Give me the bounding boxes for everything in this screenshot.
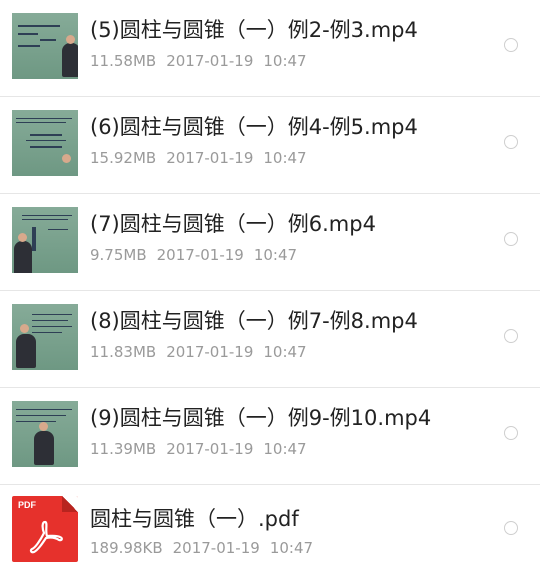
file-list: (5)圆柱与圆锥（一）例2-例3.mp4 11.58MB 2017-01-19 10… [0,0,540,575]
file-row[interactable]: (5)圆柱与圆锥（一）例2-例3.mp4 11.58MB 2017-01-19 10… [0,0,540,97]
select-radio[interactable] [504,232,518,246]
file-date: 2017-01-19 [166,52,254,70]
file-time: 10:47 [263,52,307,70]
file-name: (6)圆柱与圆锥（一）例4-例5.mp4 [90,115,418,139]
file-name: (5)圆柱与圆锥（一）例2-例3.mp4 [90,18,418,42]
pdf-file-icon: PDF [12,496,78,562]
file-name: (8)圆柱与圆锥（一）例7-例8.mp4 [90,309,418,333]
select-radio[interactable] [504,329,518,343]
acrobat-glyph-icon [29,520,63,554]
file-row[interactable]: (9)圆柱与圆锥（一）例9-例10.mp4 11.39MB 2017-01-19 1… [0,388,540,485]
file-time: 10:47 [269,539,314,557]
file-size: 189.98KB [90,539,163,557]
file-size: 11.58MB [90,52,157,70]
file-size: 11.83MB [90,343,157,361]
video-thumbnail-icon [12,110,78,176]
file-name: (9)圆柱与圆锥（一）例9-例10.mp4 [90,406,432,430]
select-radio[interactable] [504,521,518,535]
file-meta: 11.83MB 2017-01-19 10:47 [90,343,307,361]
file-size: 9.75MB [90,246,147,264]
video-thumbnail-icon [12,401,78,467]
pdf-badge: PDF [18,500,36,510]
file-date: 2017-01-19 [172,539,260,557]
file-row[interactable]: (7)圆柱与圆锥（一）例6.mp4 9.75MB 2017-01-19 10:47 [0,194,540,291]
video-thumbnail-icon [12,304,78,370]
file-date: 2017-01-19 [156,246,244,264]
file-date: 2017-01-19 [166,149,254,167]
file-date: 2017-01-19 [166,343,254,361]
select-radio[interactable] [504,135,518,149]
file-time: 10:47 [263,440,307,458]
file-time: 10:47 [253,246,298,264]
file-meta: 189.98KB 2017-01-19 10:47 [90,539,313,557]
file-name: (7)圆柱与圆锥（一）例6.mp4 [90,212,376,236]
select-radio[interactable] [504,426,518,440]
video-thumbnail-icon [12,207,78,273]
file-meta: 15.92MB 2017-01-19 10:47 [90,149,307,167]
file-size: 15.92MB [90,149,157,167]
file-date: 2017-01-19 [166,440,254,458]
file-name: 圆柱与圆锥（一）.pdf [90,507,299,531]
file-row[interactable]: PDF 圆柱与圆锥（一）.pdf 189.98KB 2017-01-19 10:47 [0,485,540,575]
video-thumbnail-icon [12,13,78,79]
file-row[interactable]: (8)圆柱与圆锥（一）例7-例8.mp4 11.83MB 2017-01-19 10… [0,291,540,388]
file-row[interactable]: (6)圆柱与圆锥（一）例4-例5.mp4 15.92MB 2017-01-19 10… [0,97,540,194]
file-size: 11.39MB [90,440,157,458]
file-time: 10:47 [263,149,307,167]
file-meta: 11.58MB 2017-01-19 10:47 [90,52,307,70]
file-meta: 9.75MB 2017-01-19 10:47 [90,246,297,264]
file-time: 10:47 [263,343,307,361]
file-meta: 11.39MB 2017-01-19 10:47 [90,440,307,458]
select-radio[interactable] [504,38,518,52]
